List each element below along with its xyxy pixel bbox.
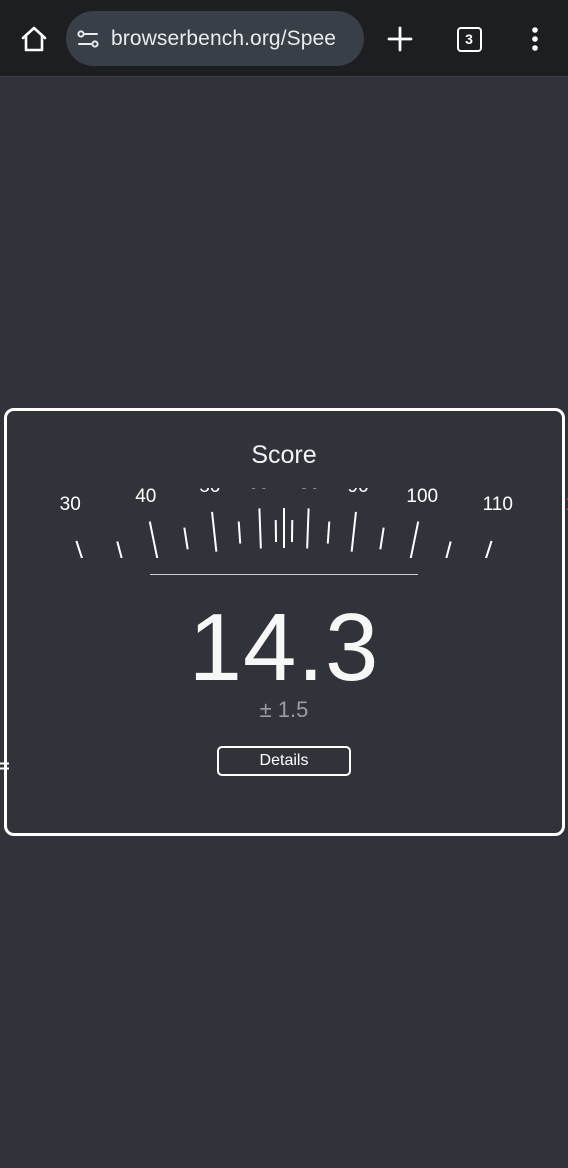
gauge-label-100: 100 [406, 488, 438, 507]
gauge-minor-tick [183, 527, 189, 550]
gauge-tick-40 [148, 521, 159, 558]
gauge-minor-tick [326, 521, 331, 544]
gauge-minor-tick [237, 521, 242, 544]
new-tab-button[interactable] [380, 19, 420, 59]
tab-count: 3 [465, 31, 473, 47]
gauge-minor-tick [379, 527, 385, 550]
score-gauge: 0102030405060708090100110120130140 [60, 488, 568, 558]
more-options-button[interactable] [516, 19, 554, 59]
gauge-label-60: 60 [248, 488, 269, 493]
more-vert-icon [532, 27, 538, 51]
home-icon [21, 26, 47, 52]
address-bar[interactable]: browserbench.org/Spee [66, 11, 364, 66]
home-button[interactable] [14, 19, 54, 59]
gauge-minor-tick [445, 541, 452, 558]
gauge-label-110: 110 [483, 494, 513, 515]
gauge-tick-30 [75, 540, 84, 558]
gauge-label-70: 70 [273, 488, 294, 493]
details-button[interactable]: Details [217, 746, 351, 776]
score-value: 14.3 [188, 594, 380, 701]
gauge-tick-110 [484, 540, 493, 558]
gauge-label-90: 90 [348, 488, 369, 497]
gauge-label-50: 50 [199, 488, 220, 497]
gauge-label-80: 80 [299, 488, 320, 493]
gauge-tick-80 [306, 508, 310, 549]
tab-switcher-icon: 3 [456, 26, 482, 52]
score-title: Score [251, 441, 317, 469]
gauge-minor-tick [116, 541, 123, 558]
gauge-label-40: 40 [135, 488, 156, 507]
plus-icon [387, 26, 413, 52]
browser-toolbar: browserbench.org/Spee 3 [0, 0, 568, 77]
gauge-tick-100 [409, 521, 420, 558]
site-settings-button[interactable] [76, 27, 100, 51]
tune-icon [77, 29, 99, 48]
gauge-tick-90 [350, 511, 357, 552]
gauge-tick-60 [258, 508, 262, 549]
score-margin-of-error: ± 1.5 [259, 697, 309, 722]
gauge-label-30: 30 [60, 494, 81, 515]
url-text: browserbench.org/Spee [111, 26, 337, 50]
gauge-divider [150, 574, 418, 575]
tab-switcher-button[interactable]: 3 [449, 19, 489, 59]
gauge-tick-50 [211, 511, 218, 552]
panel-edge-mark [0, 762, 9, 770]
